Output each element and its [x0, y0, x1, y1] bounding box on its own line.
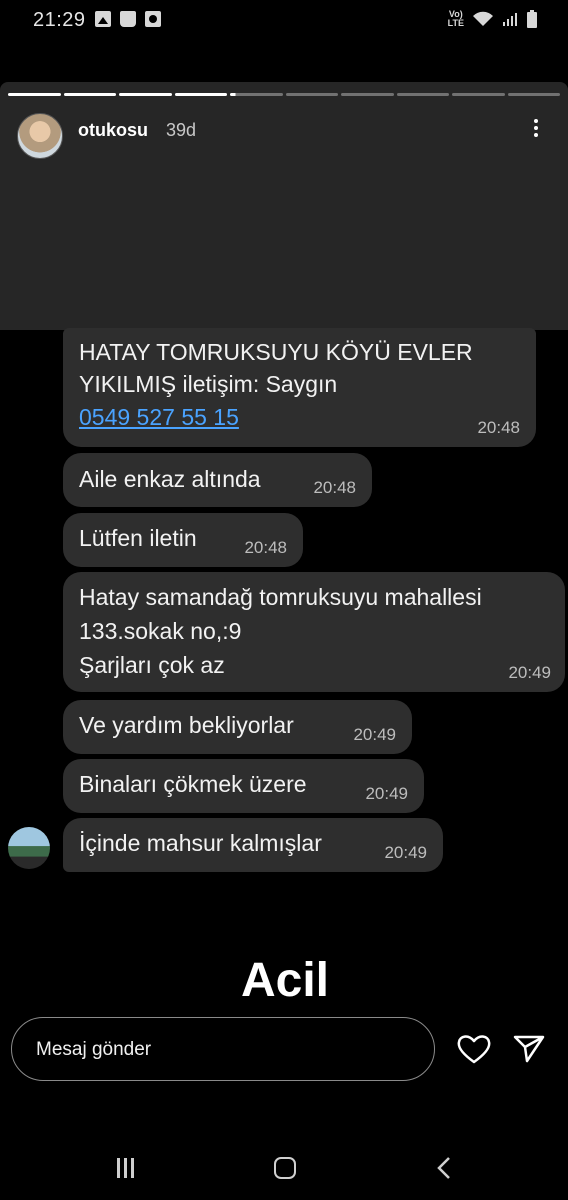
message-text: 133.sokak no,:9 [79, 618, 242, 644]
story-text-sticker: Acil [212, 937, 358, 1023]
message-text: Hatay samandağ tomruksuyu mahallesi [79, 584, 482, 610]
message-time: 20:48 [477, 418, 520, 437]
message-time: 20:49 [353, 725, 396, 744]
message-time: 20:48 [313, 478, 356, 497]
message-text: HATAY TOMRUKSUYU KÖYÜ EVLER [79, 339, 473, 365]
message-time: 20:49 [365, 784, 408, 803]
back-button[interactable] [436, 1156, 452, 1180]
system-nav-bar [0, 1130, 568, 1200]
message-bubble: Ve yardım bekliyorlar 20:49 [63, 700, 412, 754]
message-bubble: İçinde mahsur kalmışlar 20:49 [63, 818, 443, 872]
message-bubble: HATAY TOMRUKSUYU KÖYÜ EVLER YIKILMIŞ ile… [63, 328, 536, 447]
message-bubble: Lütfen iletin 20:48 [63, 513, 303, 567]
message-text: Binaları çökmek üzere [79, 771, 307, 797]
message-text: Lütfen iletin [79, 525, 197, 551]
heart-icon[interactable] [456, 1033, 492, 1065]
message-time: 20:49 [384, 843, 427, 862]
recent-apps-button[interactable] [117, 1158, 137, 1178]
message-bubble: Aile enkaz altında 20:48 [63, 453, 372, 507]
message-time: 20:48 [244, 538, 287, 557]
message-text: Ve yardım bekliyorlar [79, 712, 294, 738]
message-bubble: Binaları çökmek üzere 20:49 [63, 759, 424, 813]
message-time: 20:49 [508, 663, 551, 682]
message-text: Aile enkaz altında [79, 466, 261, 492]
message-text: Şarjları çok az [79, 652, 225, 678]
reply-field[interactable] [11, 1017, 435, 1081]
message-text: YIKILMIŞ iletişim: Saygın [79, 371, 338, 397]
reply-input[interactable] [34, 1036, 418, 1064]
phone-link[interactable]: 0549 527 55 15 [79, 401, 239, 434]
message-text: İçinde mahsur kalmışlar [79, 830, 322, 856]
sender-avatar [8, 827, 50, 869]
home-button[interactable] [274, 1157, 296, 1179]
send-icon[interactable] [513, 1033, 545, 1063]
message-bubble: Hatay samandağ tomruksuyu mahallesi 133.… [63, 572, 565, 692]
